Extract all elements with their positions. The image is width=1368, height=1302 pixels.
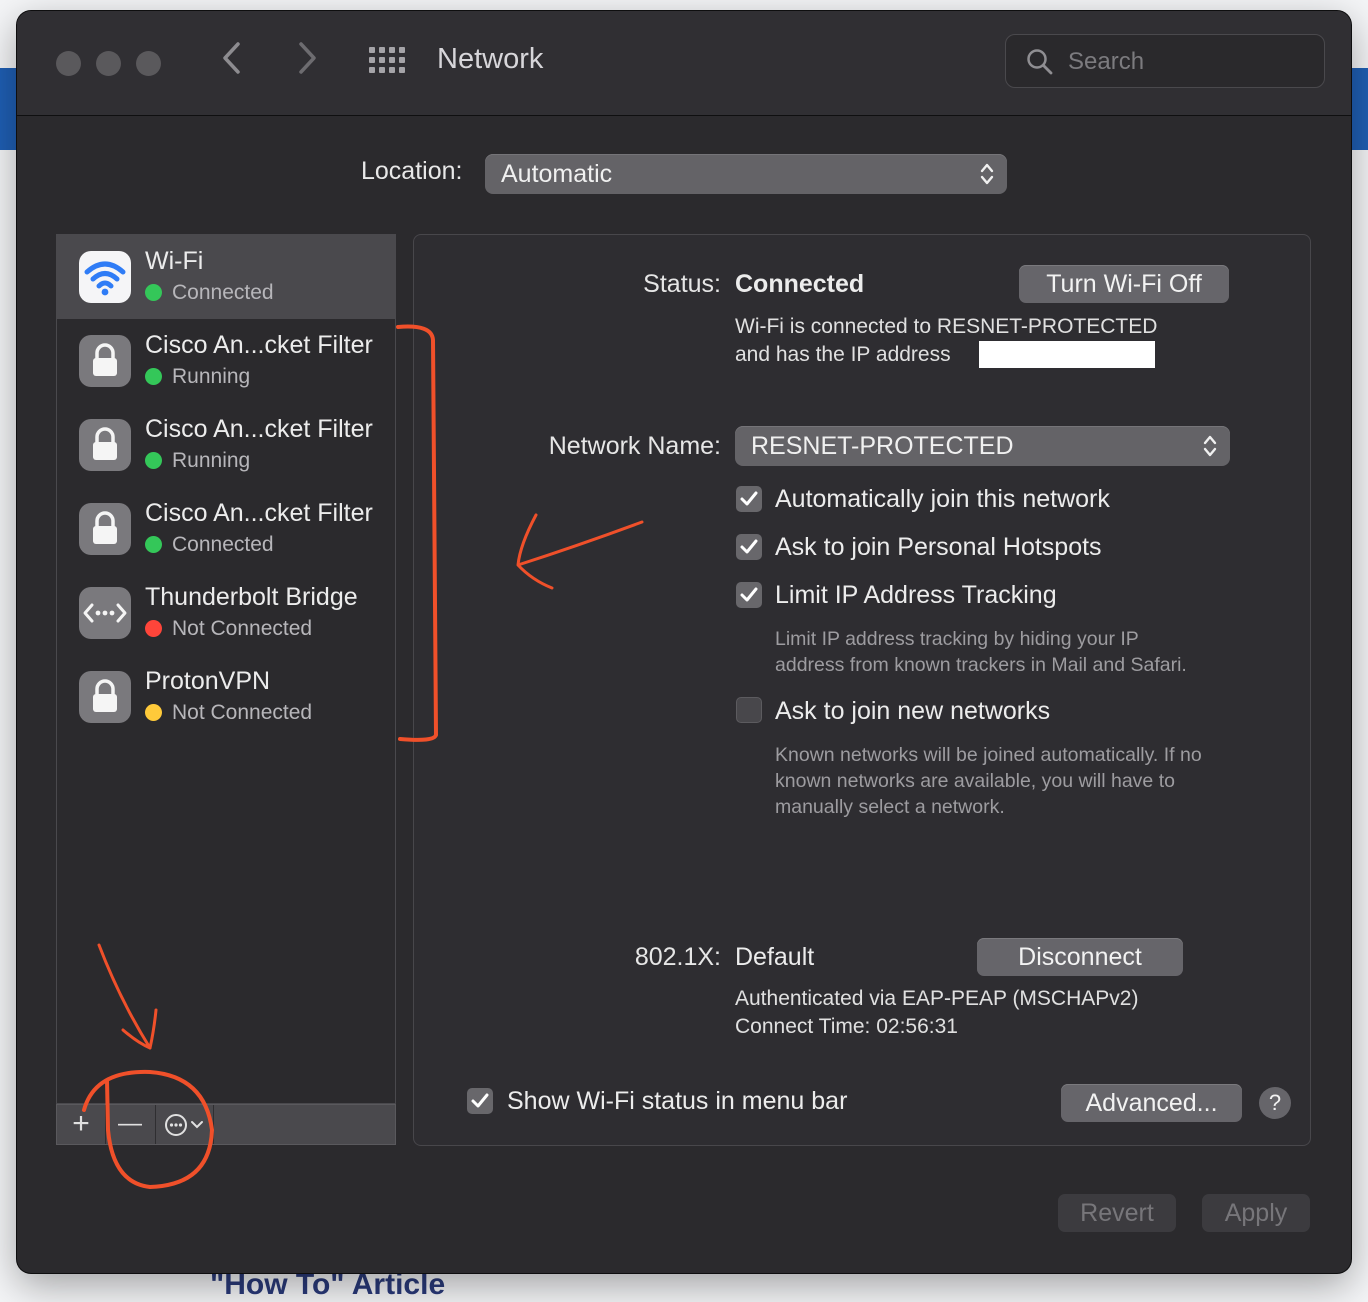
personal-hotspots-label[interactable]: Ask to join Personal Hotspots	[775, 533, 1102, 562]
status-value: Connected	[735, 270, 865, 298]
service-item-protonvpn[interactable]: ProtonVPN Not Connected	[57, 655, 395, 739]
checkmark-icon	[471, 1093, 489, 1108]
auto-join-checkbox[interactable]	[736, 486, 762, 512]
advanced-button[interactable]: Advanced...	[1061, 1084, 1242, 1122]
remove-service-button[interactable]: —	[105, 1105, 156, 1144]
service-item-cisco-3[interactable]: Cisco An...cket Filter Connected	[57, 487, 395, 571]
back-button[interactable]	[220, 41, 242, 82]
lock-icon	[79, 419, 131, 471]
ask-join-hint: Known networks will be joined automatica…	[775, 744, 1202, 818]
zoom-window-button[interactable]	[136, 51, 161, 76]
service-item-thunderbolt-bridge[interactable]: Thunderbolt Bridge Not Connected	[57, 571, 395, 655]
status-dot-green	[145, 452, 162, 469]
limit-ip-tracking-hint: Limit IP address tracking by hiding your…	[775, 628, 1187, 676]
revert-button[interactable]: Revert	[1058, 1194, 1176, 1232]
service-status: Running	[145, 365, 250, 389]
service-name: Cisco An...cket Filter	[145, 331, 373, 359]
status-dot-yellow	[145, 704, 162, 721]
disconnect-button[interactable]: Disconnect	[977, 938, 1183, 976]
service-item-cisco-2[interactable]: Cisco An...cket Filter Running	[57, 403, 395, 487]
dot1x-label: 802.1X:	[634, 943, 721, 971]
lock-icon	[79, 335, 131, 387]
limit-ip-tracking-label[interactable]: Limit IP Address Tracking	[775, 581, 1057, 610]
apply-button[interactable]: Apply	[1202, 1194, 1310, 1232]
show-wifi-status-label[interactable]: Show Wi-Fi status in menu bar	[507, 1087, 847, 1116]
service-status: Not Connected	[145, 701, 312, 725]
service-status: Running	[145, 449, 250, 473]
service-item-cisco-1[interactable]: Cisco An...cket Filter Running	[57, 319, 395, 403]
lock-icon	[79, 671, 131, 723]
personal-hotspots-checkbox[interactable]	[736, 534, 762, 560]
service-name: Thunderbolt Bridge	[145, 583, 358, 611]
status-dot-green	[145, 284, 162, 301]
network-name-label: Network Name:	[548, 432, 721, 460]
help-button[interactable]: ?	[1259, 1087, 1291, 1119]
updown-arrows-icon	[980, 163, 994, 185]
ip-address-redacted	[979, 341, 1155, 368]
background-page-strip-left	[0, 68, 18, 150]
location-label: Location:	[361, 157, 463, 185]
service-item-wifi[interactable]: Wi-Fi Connected	[57, 235, 395, 319]
service-name: Cisco An...cket Filter	[145, 499, 373, 527]
location-value: Automatic	[501, 160, 613, 188]
turn-wifi-off-button[interactable]: Turn Wi-Fi Off	[1019, 265, 1229, 303]
network-name-popup[interactable]: RESNET-PROTECTED	[735, 426, 1230, 466]
wifi-detail-panel: Status: Connected Turn Wi-Fi Off Wi-Fi i…	[413, 234, 1311, 1146]
wifi-icon	[79, 251, 131, 303]
window-title: Network	[437, 43, 544, 75]
close-window-button[interactable]	[56, 51, 81, 76]
search-field[interactable]	[1005, 34, 1325, 88]
connect-time: Connect Time: 02:56:31	[735, 1015, 958, 1038]
checkmark-icon	[740, 539, 758, 554]
ask-join-new-networks-label[interactable]: Ask to join new networks	[775, 697, 1050, 726]
checkmark-icon	[740, 491, 758, 506]
service-name: Wi-Fi	[145, 247, 204, 275]
chevron-left-icon	[223, 42, 240, 74]
dot1x-value: Default	[735, 943, 815, 971]
limit-ip-tracking-checkbox[interactable]	[736, 582, 762, 608]
show-wifi-status-checkbox[interactable]	[467, 1088, 493, 1114]
service-list-toolbar: + —	[56, 1104, 396, 1145]
service-list: Wi-Fi Connected Cisco An...cket Filter R…	[56, 234, 396, 1104]
network-name-value: RESNET-PROTECTED	[751, 432, 1014, 460]
updown-arrows-icon	[1203, 435, 1217, 457]
checkmark-icon	[740, 587, 758, 602]
network-preferences-window: Network Location: Automatic	[17, 11, 1351, 1273]
location-popup[interactable]: Automatic	[485, 154, 1007, 194]
ask-join-new-networks-checkbox[interactable]	[736, 697, 762, 723]
status-description: Wi-Fi is connected to RESNET-PROTECTED	[735, 315, 1158, 338]
service-status: Connected	[145, 281, 274, 305]
background-page-heading: "How To" Article	[210, 1268, 446, 1301]
service-name: ProtonVPN	[145, 667, 271, 695]
status-description-ip: and has the IP address	[735, 343, 951, 366]
status-dot-green	[145, 368, 162, 385]
authentication-info: Authenticated via EAP-PEAP (MSCHAPv2)	[735, 987, 1139, 1010]
search-input[interactable]	[1066, 45, 1310, 79]
background-page-strip-right	[1352, 68, 1368, 150]
service-name: Cisco An...cket Filter	[145, 415, 373, 443]
forward-button[interactable]	[297, 41, 319, 82]
service-status: Not Connected	[145, 617, 312, 641]
status-label: Status:	[643, 270, 721, 298]
search-icon	[1027, 49, 1053, 75]
action-menu-button[interactable]	[155, 1105, 214, 1144]
status-dot-green	[145, 536, 162, 553]
ellipsis-circle-icon	[165, 1114, 203, 1136]
service-status: Connected	[145, 533, 274, 557]
title-bar: Network	[17, 11, 1351, 116]
add-service-button[interactable]: +	[57, 1105, 106, 1144]
bridge-icon	[79, 587, 131, 639]
auto-join-label[interactable]: Automatically join this network	[775, 485, 1110, 514]
chevron-right-icon	[299, 42, 316, 74]
minimize-window-button[interactable]	[96, 51, 121, 76]
lock-icon	[79, 503, 131, 555]
status-dot-red	[145, 620, 162, 637]
show-all-grid-icon[interactable]	[369, 47, 407, 75]
